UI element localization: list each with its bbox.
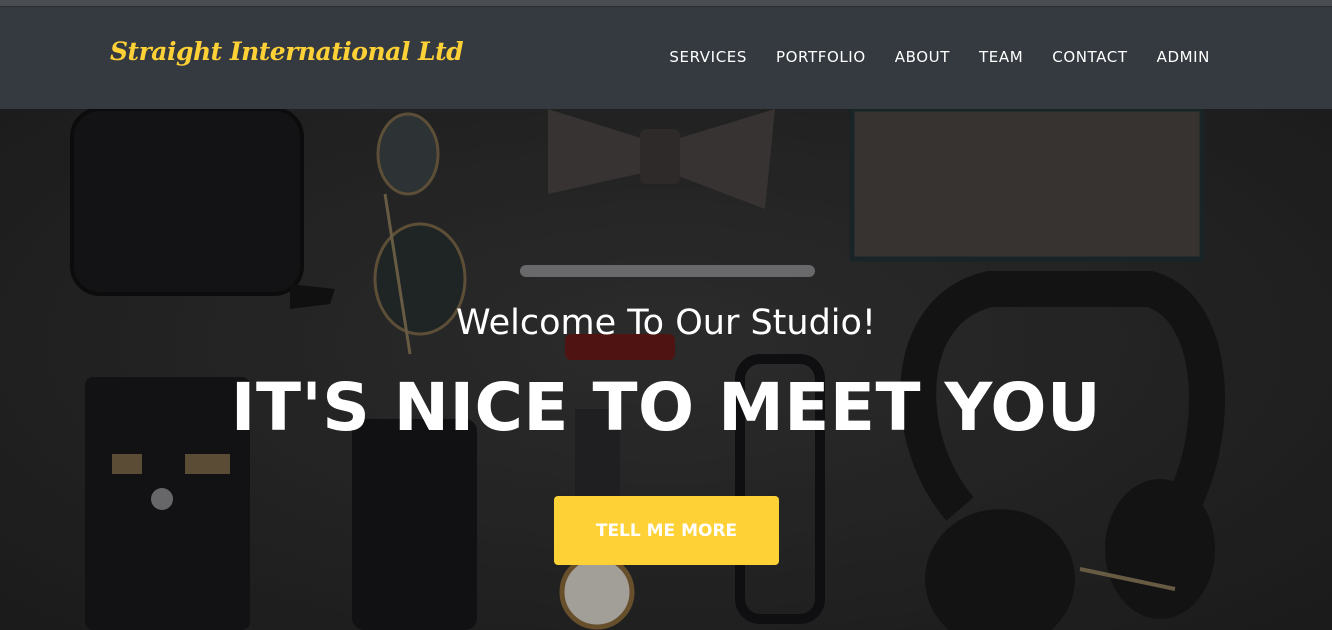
nav-link-portfolio[interactable]: PORTFOLIO [776,48,866,66]
nav-link-about[interactable]: ABOUT [895,48,950,66]
nav-link-services[interactable]: SERVICES [669,48,747,66]
nav-item-team: TEAM [979,47,1023,66]
nav-item-contact: CONTACT [1052,47,1127,66]
tell-me-more-button[interactable]: TELL ME MORE [554,496,779,565]
hero-heading: IT'S NICE TO MEET YOU [230,369,1102,446]
navbar: Straight International Ltd SERVICES PORT… [0,6,1332,109]
nav-item-services: SERVICES [669,47,747,66]
nav-link-team[interactable]: TEAM [979,48,1023,66]
brand-logo[interactable]: Straight International Ltd [110,37,464,66]
nav-menu: SERVICES PORTFOLIO ABOUT TEAM CONTACT AD… [669,47,1210,66]
nav-link-contact[interactable]: CONTACT [1052,48,1127,66]
hero-lead-in: Welcome To Our Studio! [456,303,876,343]
nav-link-admin[interactable]: ADMIN [1157,48,1210,66]
nav-item-admin: ADMIN [1157,47,1210,66]
nav-item-portfolio: PORTFOLIO [776,47,866,66]
hero-section: Welcome To Our Studio! IT'S NICE TO MEET… [0,109,1332,630]
nav-item-about: ABOUT [895,47,950,66]
